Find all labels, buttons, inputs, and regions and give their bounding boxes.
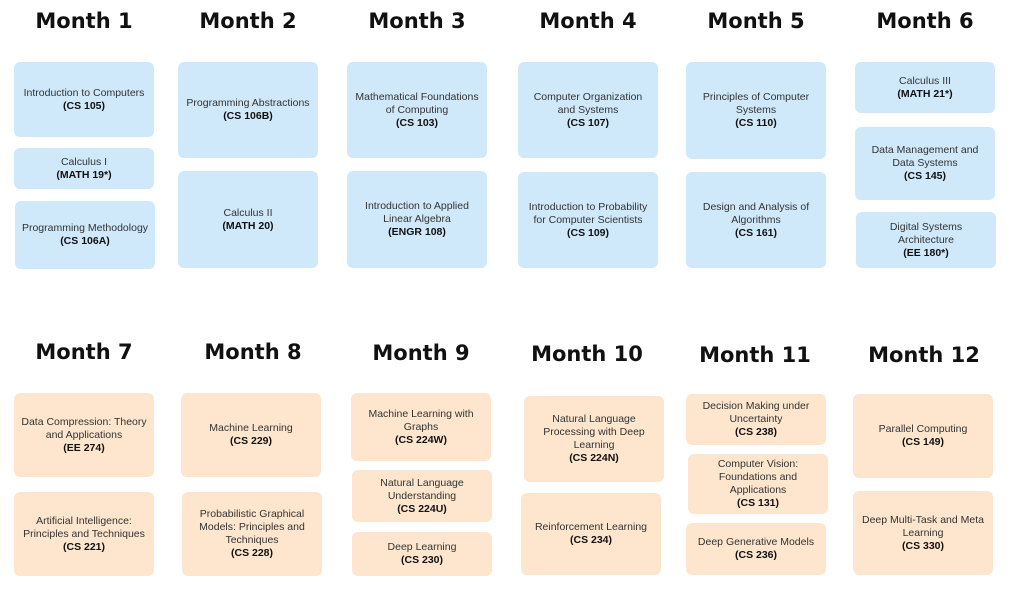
course-card[interactable]: Principles of Computer Systems (CS 110)	[686, 62, 826, 159]
course-code: (ENGR 108)	[388, 226, 446, 238]
course-code: (EE 274)	[63, 441, 105, 454]
course-name: Computer Vision: Foundations and Applica…	[717, 458, 799, 496]
month-title: Month 1	[35, 9, 133, 33]
course-card[interactable]: Mathematical Foundations of Computing (C…	[347, 62, 487, 158]
course-card[interactable]: Introduction to Computers (CS 105)	[14, 62, 154, 137]
course-name: Design and Analysis of Algorithms	[702, 200, 810, 226]
course-code: (CS 145)	[903, 170, 946, 182]
course-code: (MATH 20)	[222, 219, 274, 232]
course-code: (CS 234)	[569, 534, 612, 546]
course-card[interactable]: Deep Multi-Task and Meta Learning (CS 33…	[853, 491, 993, 575]
month-title: Month 5	[707, 9, 805, 33]
course-name: Deep Generative Models	[697, 536, 815, 548]
course-code: (CS 110)	[735, 117, 777, 129]
course-code: (MATH 21*)	[897, 87, 953, 100]
course-card[interactable]: Data Management and Data Systems (CS 145…	[855, 127, 995, 200]
course-name: Parallel Computing	[878, 423, 968, 435]
course-name: Mathematical Foundations of Computing	[355, 90, 479, 116]
course-name: Natural Language Processing with Deep Le…	[543, 413, 645, 451]
month-title: Month 8	[204, 340, 302, 364]
course-name: Digital Systems Architecture	[889, 220, 963, 246]
course-card[interactable]: Deep Generative Models (CS 236)	[686, 523, 826, 575]
course-code: (EE 180*)	[903, 246, 949, 259]
course-card[interactable]: Programming Abstractions (CS 106B)	[178, 62, 318, 158]
course-code: (CS 161)	[734, 226, 777, 239]
course-card[interactable]: Computer Vision: Foundations and Applica…	[688, 454, 828, 514]
course-card[interactable]: Machine Learning (CS 229)	[181, 393, 321, 477]
month-title: Month 3	[368, 9, 466, 33]
course-name: Computer Organization and Systems	[533, 90, 643, 116]
course-name: Machine Learning with Graphs	[368, 407, 474, 433]
month-title: Month 10	[531, 342, 643, 366]
course-code: (CS 221)	[62, 540, 105, 553]
course-card[interactable]: Introduction to Probability for Computer…	[518, 172, 658, 268]
month-title: Month 4	[539, 9, 637, 33]
course-card[interactable]: Calculus II (MATH 20)	[178, 171, 318, 268]
course-card[interactable]: Machine Learning with Graphs (CS 224W)	[351, 393, 491, 461]
course-card[interactable]: Computer Organization and Systems (CS 10…	[518, 62, 658, 158]
course-card[interactable]: Reinforcement Learning (CS 234)	[521, 493, 661, 575]
course-code: (CS 230)	[400, 554, 443, 566]
course-name: Artificial Intelligence: Principles and …	[23, 514, 145, 540]
course-name: Calculus II	[223, 206, 273, 219]
course-card[interactable]: Probabilistic Graphical Models: Principl…	[182, 492, 322, 576]
month-title: Month 9	[372, 341, 470, 365]
course-name: Data Management and Data Systems	[871, 144, 979, 169]
course-card[interactable]: Natural Language Understanding (CS 224U)	[352, 470, 492, 522]
course-code: (CS 103)	[395, 116, 438, 129]
course-name: Data Compression: Theory and Application…	[21, 415, 147, 441]
month-title: Month 12	[868, 343, 980, 367]
course-code: (CS 131)	[736, 497, 779, 509]
course-code: (CS 228)	[230, 547, 273, 559]
course-name: Deep Multi-Task and Meta Learning	[862, 513, 984, 539]
course-code: (MATH 19*)	[56, 168, 112, 181]
course-card[interactable]: Decision Making under Uncertainty (CS 23…	[686, 394, 826, 445]
course-name: Natural Language Understanding	[380, 476, 464, 502]
course-card[interactable]: Programming Methodology (CS 106A)	[15, 201, 155, 269]
course-card[interactable]: Deep Learning (CS 230)	[352, 532, 492, 576]
course-card[interactable]: Calculus III (MATH 21*)	[855, 62, 995, 113]
course-name: Machine Learning	[209, 422, 293, 434]
course-code: (CS 149)	[901, 436, 944, 448]
course-code: (CS 224U)	[397, 502, 447, 515]
course-card[interactable]: Artificial Intelligence: Principles and …	[14, 492, 154, 576]
course-name: Introduction to Applied Linear Algebra	[365, 200, 469, 225]
course-name: Introduction to Computers	[23, 86, 145, 99]
course-card[interactable]: Introduction to Applied Linear Algebra (…	[347, 171, 487, 268]
course-card[interactable]: Parallel Computing (CS 149)	[853, 394, 993, 478]
course-code: (CS 224W)	[395, 433, 447, 446]
course-name: Reinforcement Learning	[534, 521, 648, 533]
course-card[interactable]: Calculus I (MATH 19*)	[14, 148, 154, 189]
course-code: (CS 106B)	[223, 110, 273, 122]
course-code: (CS 229)	[229, 435, 272, 447]
course-card[interactable]: Data Compression: Theory and Application…	[14, 393, 154, 477]
month-title: Month 11	[699, 343, 811, 367]
course-code: (CS 236)	[734, 549, 777, 561]
course-name: Calculus I	[60, 155, 108, 168]
course-card[interactable]: Natural Language Processing with Deep Le…	[524, 396, 664, 482]
course-name: Programming Methodology	[21, 222, 149, 234]
course-name: Introduction to Probability for Computer…	[528, 200, 648, 226]
course-code: (CS 107)	[566, 116, 609, 129]
course-name: Programming Abstractions	[186, 97, 310, 109]
course-code: (CS 109)	[566, 226, 609, 239]
month-title: Month 6	[876, 9, 974, 33]
course-name: Probabilistic Graphical Models: Principl…	[199, 508, 305, 546]
course-code: (CS 106A)	[60, 235, 110, 247]
course-code: (CS 224N)	[569, 452, 619, 464]
course-name: Deep Learning	[387, 541, 457, 553]
month-title: Month 2	[199, 9, 297, 33]
course-name: Calculus III	[899, 74, 951, 87]
course-name: Decision Making under Uncertainty	[702, 400, 810, 425]
course-code: (CS 105)	[62, 99, 105, 112]
month-title: Month 7	[35, 340, 133, 364]
course-name: Principles of Computer Systems	[702, 91, 810, 116]
course-card[interactable]: Design and Analysis of Algorithms (CS 16…	[686, 172, 826, 268]
course-card[interactable]: Digital Systems Architecture (EE 180*)	[856, 212, 996, 268]
course-code: (CS 330)	[901, 539, 944, 552]
course-code: (CS 238)	[734, 426, 777, 438]
